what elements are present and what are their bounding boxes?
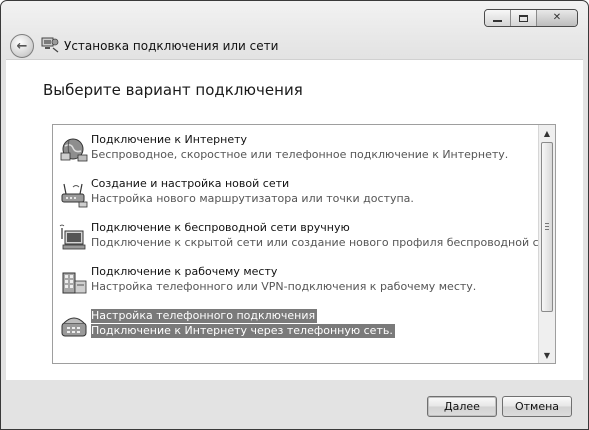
option-title: Подключение к Интернету: [91, 133, 248, 146]
setup-connection-window: ✕ ← Установка подключения или сети Выбер…: [0, 0, 589, 430]
minimize-icon: [493, 20, 502, 22]
option-description: Настройка телефонного или VPN-подключени…: [91, 280, 477, 293]
option-new-network[interactable]: Создание и настройка новой сети Настройк…: [55, 173, 541, 213]
option-description: Настройка нового маршрутизатора или точк…: [91, 192, 414, 205]
scroll-down-button[interactable]: ▼: [539, 347, 555, 363]
navigation-bar: ← Установка подключения или сети: [1, 31, 588, 59]
grip-line-icon: [545, 229, 549, 230]
cancel-button[interactable]: Отмена: [502, 396, 572, 417]
maximize-button[interactable]: [510, 10, 536, 26]
option-description: Подключение к скрытой сети или создание …: [91, 236, 556, 249]
globe-network-icon: [60, 138, 88, 162]
option-wireless-manual[interactable]: Подключение к беспроводной сети вручную …: [55, 217, 555, 257]
router-icon: [61, 183, 88, 208]
back-arrow-icon: ←: [16, 38, 28, 54]
scroll-thumb[interactable]: [541, 142, 553, 312]
chevron-down-icon: ▼: [543, 350, 551, 360]
scroll-up-button[interactable]: ▲: [539, 125, 555, 141]
workplace-building-icon: [62, 272, 87, 294]
option-internet[interactable]: Подключение к Интернету Беспроводное, ск…: [55, 129, 541, 169]
wireless-computer-icon: [59, 224, 86, 250]
option-title: Подключение к рабочему месту: [91, 265, 278, 278]
option-title: Создание и настройка новой сети: [91, 177, 290, 190]
option-title: Настройка телефонного подключения: [91, 309, 318, 323]
content-area: Выберите вариант подключения Подключение…: [6, 59, 583, 380]
vertical-scrollbar[interactable]: ▲ ▼: [538, 125, 555, 363]
title-bar: ✕: [1, 1, 588, 31]
close-icon: ✕: [552, 12, 562, 23]
chevron-up-icon: ▲: [543, 128, 551, 138]
connection-options-list[interactable]: Подключение к Интернету Беспроводное, ск…: [52, 124, 556, 364]
maximize-icon: [519, 14, 528, 22]
close-button[interactable]: ✕: [536, 10, 577, 26]
page-heading: Выберите вариант подключения: [43, 81, 303, 99]
grip-line-icon: [545, 226, 549, 227]
option-description: Беспроводное, скоростное или телефонное …: [91, 148, 509, 161]
minimize-button[interactable]: [485, 10, 510, 26]
option-title: Подключение к беспроводной сети вручную: [91, 221, 350, 234]
dialog-footer: Далее Отмена: [1, 379, 588, 429]
option-description: Подключение к Интернету через телефонную…: [91, 324, 395, 338]
option-dialup[interactable]: Настройка телефонного подключения Подклю…: [55, 305, 541, 345]
network-setup-icon: [41, 37, 59, 53]
back-button[interactable]: ←: [10, 34, 34, 58]
dialup-phone-icon: [61, 317, 87, 337]
next-button[interactable]: Далее: [427, 396, 497, 417]
grip-line-icon: [545, 223, 549, 224]
option-workplace[interactable]: Подключение к рабочему месту Настройка т…: [55, 261, 541, 301]
window-controls: ✕: [484, 9, 578, 27]
window-title: Установка подключения или сети: [64, 39, 279, 53]
